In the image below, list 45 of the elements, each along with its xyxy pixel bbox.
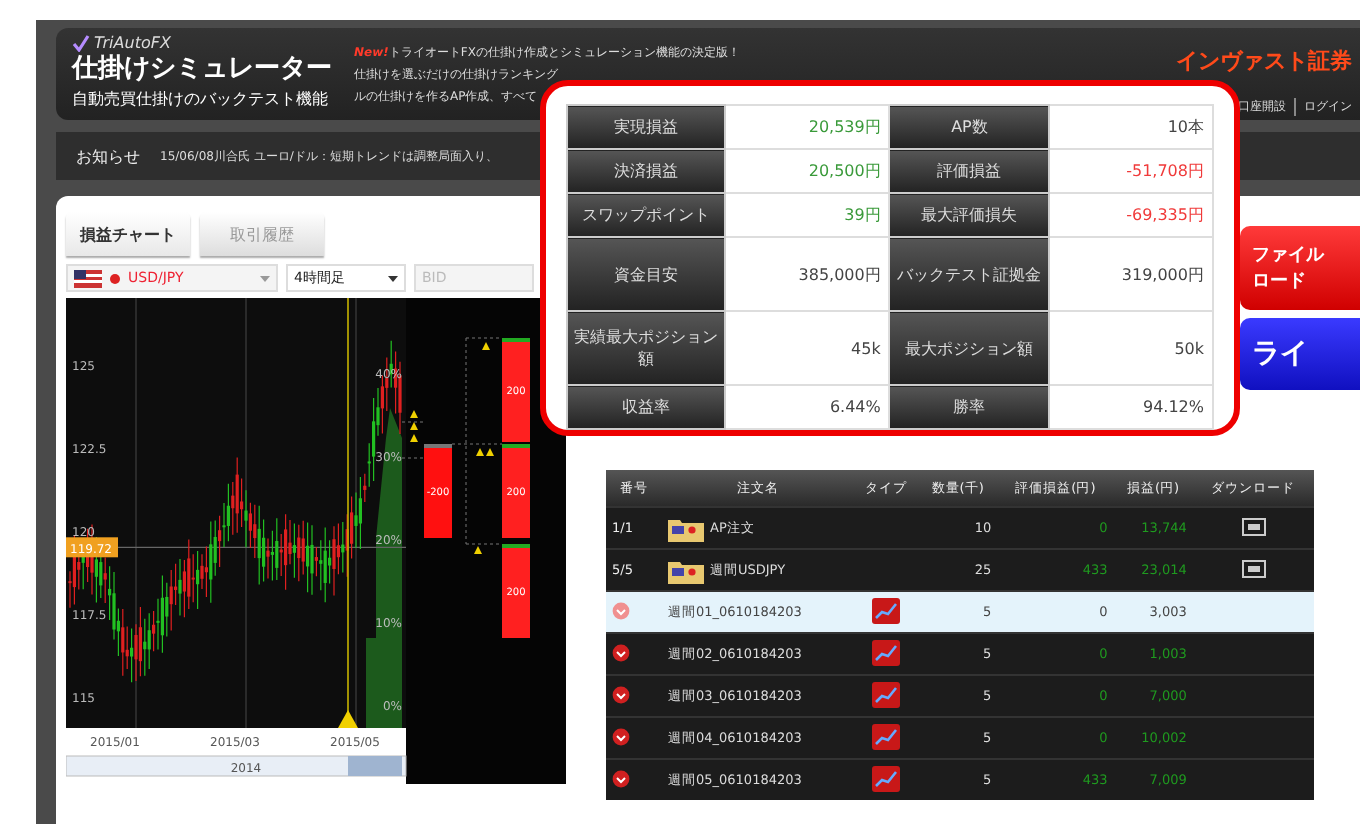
caret-icon xyxy=(260,275,270,281)
company-name: インヴァスト証券 xyxy=(1176,46,1352,76)
stat-value: 20,500円 xyxy=(725,149,890,193)
stat-label: 最大ポジション額 xyxy=(889,311,1050,385)
trend-chart-icon[interactable] xyxy=(872,639,901,665)
flag-icon xyxy=(74,269,102,287)
cursor-handle-icon[interactable] xyxy=(338,710,358,728)
stat-label: AP数 xyxy=(889,105,1050,149)
stat-value: 10本 xyxy=(1049,105,1213,149)
notice-label: お知らせ xyxy=(76,145,140,167)
stat-label: 実績最大ポジション額 xyxy=(567,311,726,385)
stat-label: 勝率 xyxy=(889,385,1050,429)
stat-value: 20,539円 xyxy=(725,105,890,149)
stat-label: 収益率 xyxy=(567,385,726,429)
stat-label: 決済損益 xyxy=(567,149,726,193)
download-icon[interactable] xyxy=(1241,559,1266,577)
chart-tab[interactable]: 損益チャート xyxy=(66,212,190,256)
brand-logo: TriAutoFX xyxy=(94,34,171,52)
stat-value: 319,000円 xyxy=(1049,237,1213,311)
trend-chart-icon[interactable] xyxy=(872,723,901,749)
stat-label: 実現損益 xyxy=(567,105,726,149)
trend-chart-icon[interactable] xyxy=(872,765,901,791)
download-icon[interactable] xyxy=(1241,517,1266,535)
stat-label: スワップポイント xyxy=(567,193,726,237)
folder-icon xyxy=(668,515,704,541)
japan-dot-icon xyxy=(110,273,120,283)
stat-label: バックテスト証拠金 xyxy=(889,237,1050,311)
stat-label: 評価損益 xyxy=(889,149,1050,193)
stat-label: 資金目安 xyxy=(567,237,726,311)
stat-value: 94.12% xyxy=(1049,385,1213,429)
caret-icon xyxy=(388,275,398,281)
stat-value: -69,335円 xyxy=(1049,193,1213,237)
folder-icon xyxy=(668,557,704,583)
trend-chart-icon[interactable] xyxy=(872,681,901,707)
app-subtitle: 自動売買仕掛けのバックテスト機能 xyxy=(72,88,330,110)
trend-chart-icon[interactable] xyxy=(872,597,901,623)
app-title: 仕掛けシミュレーター xyxy=(72,52,332,88)
stat-value: 6.44% xyxy=(725,385,890,429)
check-logo-icon xyxy=(72,34,90,52)
stat-label: 最大評価損失 xyxy=(889,193,1050,237)
stat-value: 39円 xyxy=(725,193,890,237)
stat-value: 50k xyxy=(1049,311,1213,385)
side-button[interactable]: ファイル ロード xyxy=(1240,226,1360,310)
stat-value: -51,708円 xyxy=(1049,149,1213,193)
side-button[interactable]: ライ xyxy=(1240,318,1360,390)
